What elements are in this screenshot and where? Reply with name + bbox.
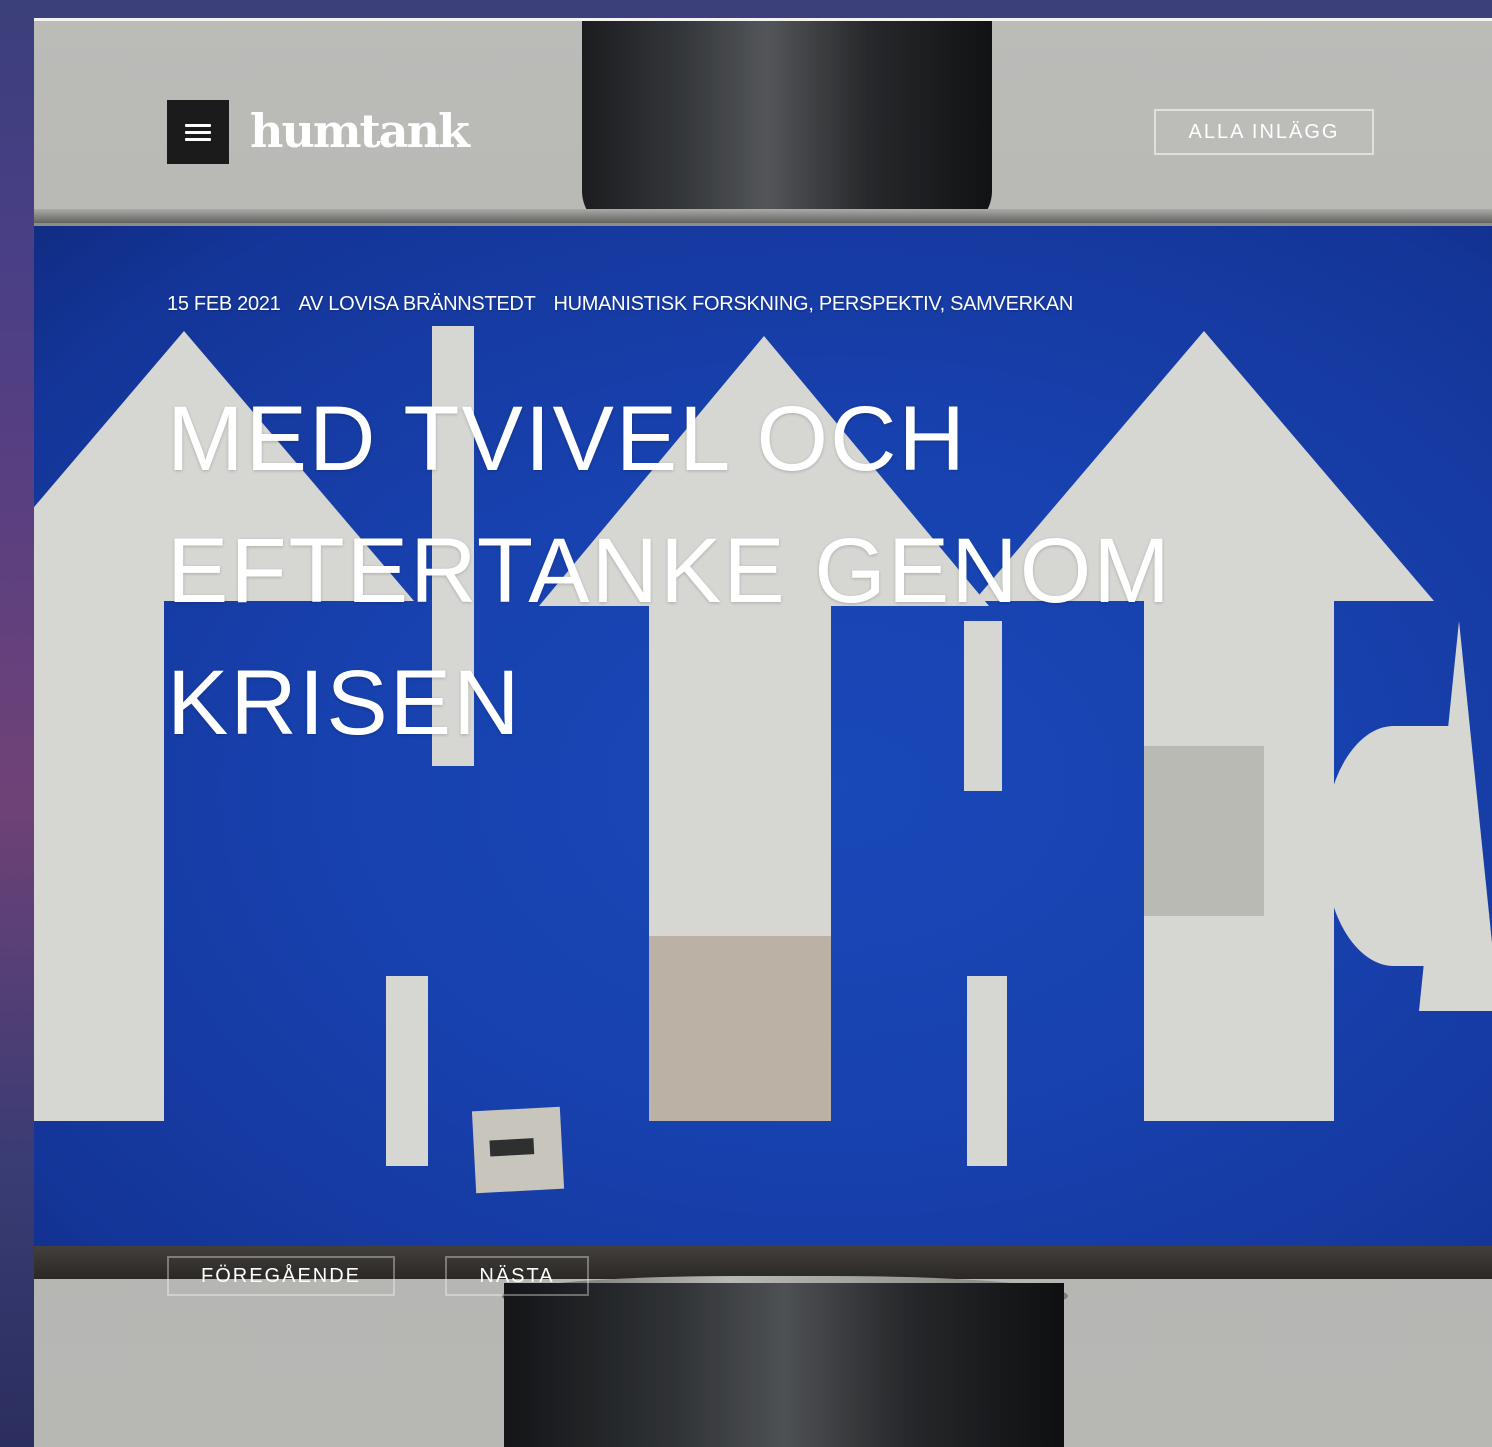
menu-button[interactable] — [167, 100, 229, 164]
hamburger-icon — [185, 122, 211, 142]
next-post-button[interactable]: NÄSTA — [445, 1256, 589, 1296]
post-meta: 15 FEB 2021 AV LOVISA BRÄNNSTEDT HUMANISTI… — [167, 293, 1073, 316]
post-title: MED TVIVEL OCH EFTERTANKE GENOM KRISEN — [167, 388, 1172, 754]
page-frame: humtank ALLA INLÄGG 15 FEB 2021 AV LOVISA… — [34, 18, 1492, 1447]
post-author: AV LOVISA BRÄNNSTEDT — [298, 293, 536, 315]
all-posts-button[interactable]: ALLA INLÄGG — [1154, 109, 1374, 155]
previous-post-button[interactable]: FÖREGÅENDE — [167, 1256, 395, 1296]
post-categories[interactable]: HUMANISTISK FORSKNING, PERSPEKTIV, SAMVE… — [553, 293, 1073, 315]
site-logo[interactable]: humtank — [250, 103, 470, 159]
post-date: 15 FEB 2021 — [167, 293, 281, 315]
